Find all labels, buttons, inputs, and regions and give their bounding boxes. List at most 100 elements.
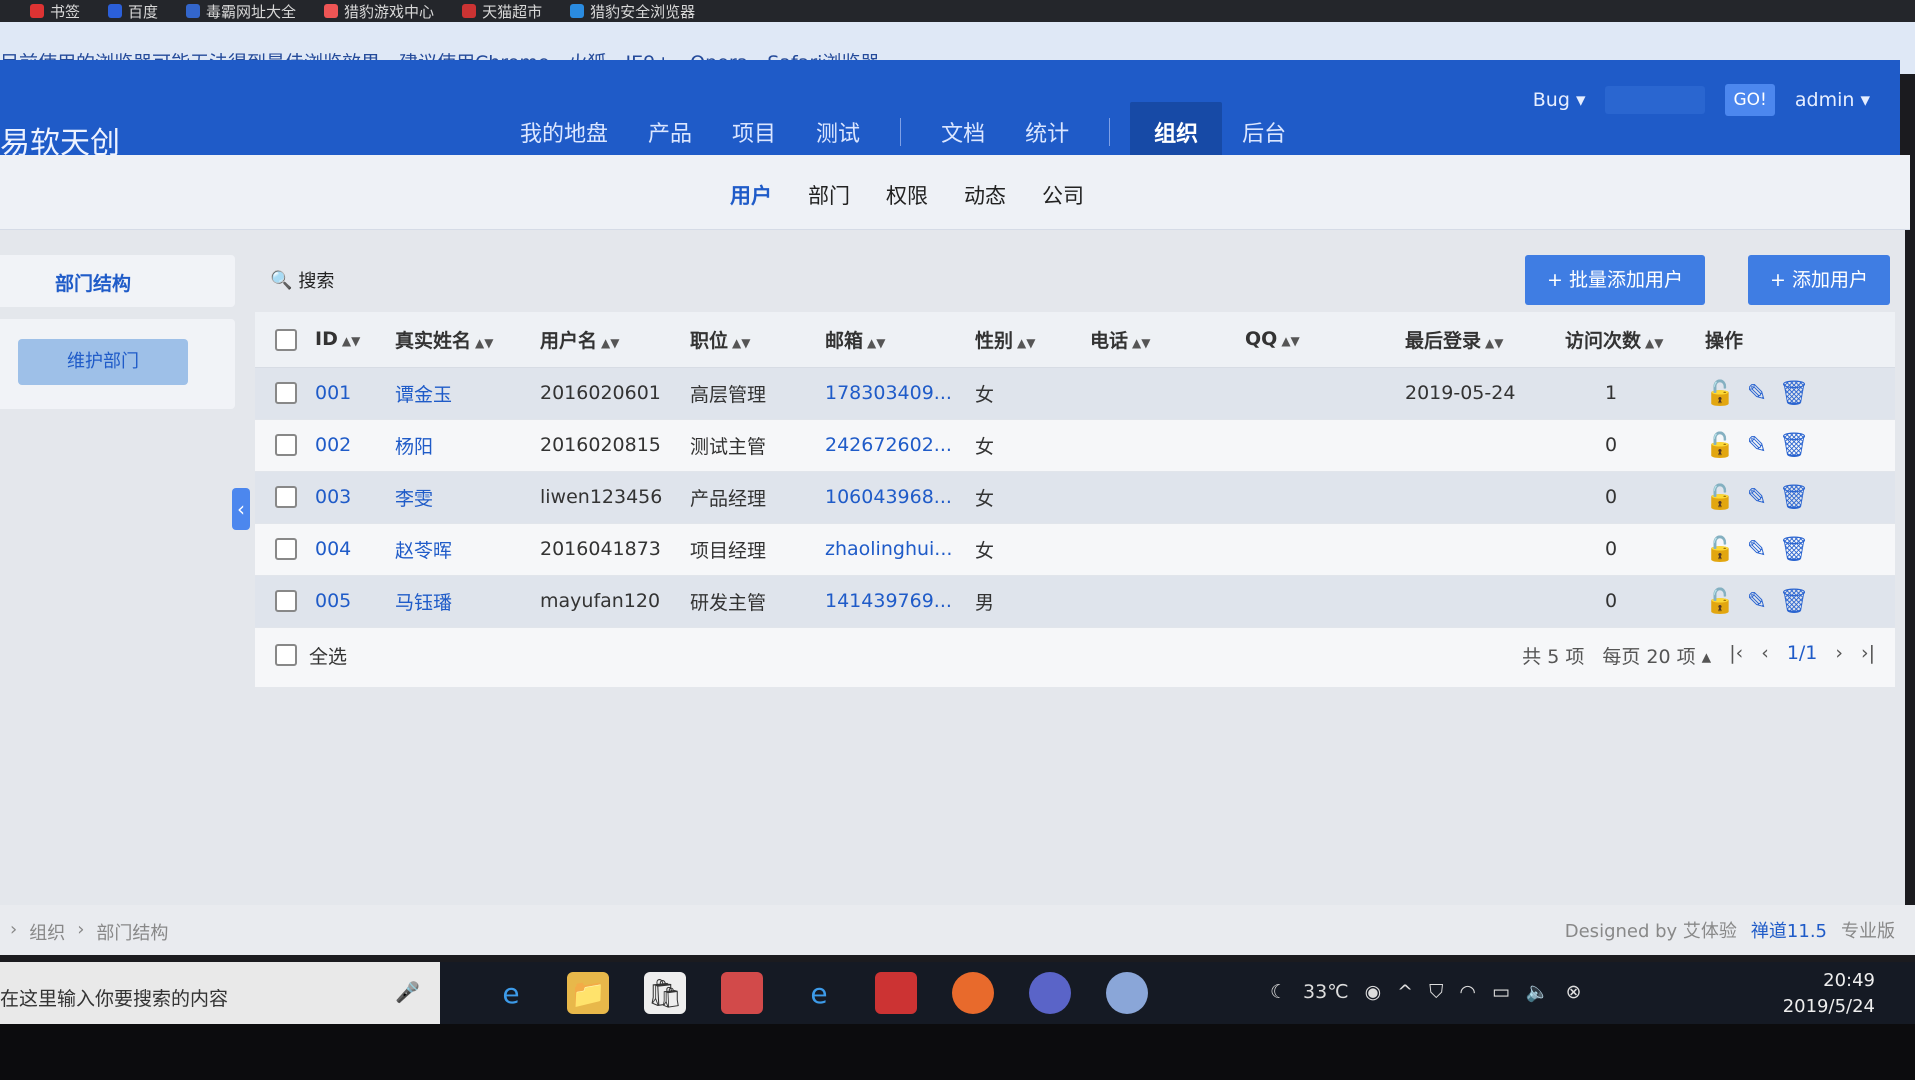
app-purple-icon[interactable] <box>1029 972 1071 1014</box>
taskbar-search-input[interactable]: 在这里输入你要搜索的内容 🎤 <box>0 962 440 1024</box>
add-user-button[interactable]: + 添加用户 <box>1748 255 1890 305</box>
col-last-login[interactable]: 最后登录 ▲▼ <box>1405 312 1565 368</box>
store-icon[interactable]: 🛍 <box>644 972 686 1014</box>
col-visits[interactable]: 访问次数 ▲▼ <box>1565 312 1705 368</box>
lock-icon[interactable]: 🔓 <box>1705 587 1735 615</box>
row-checkbox[interactable] <box>275 382 297 405</box>
bookmark-item[interactable]: 百度 <box>108 1 158 22</box>
row-checkbox[interactable] <box>275 538 297 561</box>
designed-by[interactable]: Designed by 艾体验 <box>1565 917 1737 943</box>
edit-icon[interactable]: ✎ <box>1747 535 1767 563</box>
cell-email[interactable]: 106043968... <box>825 471 975 524</box>
edge-icon[interactable]: e <box>490 972 532 1014</box>
subnav-company[interactable]: 公司 <box>1042 180 1084 210</box>
col-phone[interactable]: 电话 ▲▼ <box>1090 312 1245 368</box>
bookmark-item[interactable]: 猎豹安全浏览器 <box>570 1 695 22</box>
search-toggle[interactable]: 🔍 搜索 <box>270 267 334 293</box>
delete-icon[interactable]: 🗑 <box>1779 535 1809 563</box>
next-page-icon[interactable]: › <box>1835 642 1843 669</box>
table-row[interactable]: 002 杨阳 2016020815 测试主管 242672602... 女 0 🔓 ✎ 🗑 <box>255 419 1895 472</box>
clock[interactable]: 20:49 2019/5/24 <box>1783 968 1875 1020</box>
subnav-dynamic[interactable]: 动态 <box>964 180 1006 210</box>
cell-realname[interactable]: 谭金玉 <box>395 367 540 420</box>
bookmark-item[interactable]: 书签 <box>30 1 80 22</box>
file-explorer-icon[interactable]: 📁 <box>567 972 609 1014</box>
bookmark-item[interactable]: 猎豹游戏中心 <box>324 1 434 22</box>
delete-icon[interactable]: 🗑 <box>1779 379 1809 407</box>
cell-realname[interactable]: 马钰璠 <box>395 575 540 628</box>
nav-project[interactable]: 项目 <box>712 116 796 148</box>
select-all-checkbox[interactable] <box>275 644 297 666</box>
shield-icon[interactable]: ⛉ <box>1429 981 1443 1003</box>
volume-icon[interactable]: 🔈 <box>1526 980 1550 1003</box>
cell-email[interactable]: 178303409... <box>825 367 975 420</box>
delete-icon[interactable]: 🗑 <box>1779 431 1809 459</box>
row-checkbox[interactable] <box>275 590 297 613</box>
subnav-priv[interactable]: 权限 <box>886 180 928 210</box>
col-realname[interactable]: 真实姓名 ▲▼ <box>395 312 540 368</box>
prev-page-icon[interactable]: ‹ <box>1761 642 1769 669</box>
nav-company[interactable]: 组织 <box>1130 102 1223 162</box>
breadcrumb-company[interactable]: 组织 <box>29 919 65 945</box>
go-button[interactable]: GO! <box>1725 84 1775 116</box>
batch-add-user-button[interactable]: + 批量添加用户 <box>1525 255 1705 305</box>
user-menu[interactable]: admin ▾ <box>1795 89 1870 111</box>
tray-app-icon[interactable]: ◉ <box>1365 981 1382 1003</box>
app-globe-icon[interactable] <box>1106 972 1148 1014</box>
lock-icon[interactable]: 🔓 <box>1705 535 1735 563</box>
col-gender[interactable]: 性别 ▲▼ <box>975 312 1090 368</box>
battery-icon[interactable]: ▭ <box>1492 981 1510 1003</box>
nav-product[interactable]: 产品 <box>628 116 712 148</box>
delete-icon[interactable]: 🗑 <box>1779 587 1809 615</box>
nav-stats[interactable]: 统计 <box>1005 116 1089 148</box>
col-username[interactable]: 用户名 ▲▼ <box>540 312 690 368</box>
page-size-select[interactable]: 每页 20 项 ▴ <box>1602 642 1711 669</box>
nav-doc[interactable]: 文档 <box>921 116 1005 148</box>
cell-id[interactable]: 004 <box>315 523 395 576</box>
table-row[interactable]: 005 马钰璠 mayufan120 研发主管 141439769... 男 0 🔓 ✎ 🗑 <box>255 575 1895 628</box>
last-page-icon[interactable]: ›| <box>1861 642 1875 669</box>
nav-test[interactable]: 测试 <box>796 116 880 148</box>
cell-email[interactable]: zhaolinghui... <box>825 523 975 576</box>
manage-dept-button[interactable]: 维护部门 <box>18 339 188 385</box>
collapse-sidebar-button[interactable]: ‹ <box>232 488 250 530</box>
row-checkbox[interactable] <box>275 486 297 509</box>
bookmark-item[interactable]: 毒霸网址大全 <box>186 1 296 22</box>
subnav-dept[interactable]: 部门 <box>808 180 850 210</box>
col-role[interactable]: 职位 ▲▼ <box>690 312 825 368</box>
bookmark-item[interactable]: 天猫超市 <box>462 1 542 22</box>
nav-my[interactable]: 我的地盘 <box>500 116 628 148</box>
lock-icon[interactable]: 🔓 <box>1705 379 1735 407</box>
cell-email[interactable]: 141439769... <box>825 575 975 628</box>
ie-icon[interactable]: e <box>798 972 840 1014</box>
select-all-label[interactable]: 全选 <box>309 642 347 669</box>
close-icon[interactable]: ⊗ <box>1566 981 1582 1003</box>
lock-icon[interactable]: 🔓 <box>1705 431 1735 459</box>
cell-realname[interactable]: 赵苓晖 <box>395 523 540 576</box>
col-qq[interactable]: QQ ▲▼ <box>1245 312 1405 368</box>
firefox-icon[interactable] <box>952 972 994 1014</box>
wifi-icon[interactable]: ◠ <box>1459 981 1476 1003</box>
col-email[interactable]: 邮箱 ▲▼ <box>825 312 975 368</box>
microphone-icon[interactable]: 🎤 <box>395 980 420 1004</box>
nav-admin[interactable]: 后台 <box>1222 116 1306 148</box>
search-input[interactable] <box>1605 86 1706 114</box>
edit-icon[interactable]: ✎ <box>1747 379 1767 407</box>
header-checkbox[interactable] <box>275 328 297 351</box>
cell-id[interactable]: 005 <box>315 575 395 628</box>
cell-realname[interactable]: 李雯 <box>395 471 540 524</box>
tray-expand-icon[interactable]: ^ <box>1397 981 1413 1003</box>
search-type-select[interactable]: Bug ▾ <box>1533 89 1586 111</box>
app-red-icon[interactable] <box>721 972 763 1014</box>
delete-icon[interactable]: 🗑 <box>1779 483 1809 511</box>
edit-icon[interactable]: ✎ <box>1747 431 1767 459</box>
edit-icon[interactable]: ✎ <box>1747 483 1767 511</box>
cell-id[interactable]: 002 <box>315 419 395 472</box>
zentao-version[interactable]: 禅道11.5 <box>1751 917 1827 943</box>
subnav-user[interactable]: 用户 <box>730 180 772 210</box>
lock-icon[interactable]: 🔓 <box>1705 483 1735 511</box>
cell-realname[interactable]: 杨阳 <box>395 419 540 472</box>
app-butterfly-icon[interactable] <box>875 972 917 1014</box>
table-row[interactable]: 003 李雯 liwen123456 产品经理 106043968... 女 0 🔓 ✎ 🗑 <box>255 471 1895 524</box>
first-page-icon[interactable]: |‹ <box>1729 642 1743 669</box>
